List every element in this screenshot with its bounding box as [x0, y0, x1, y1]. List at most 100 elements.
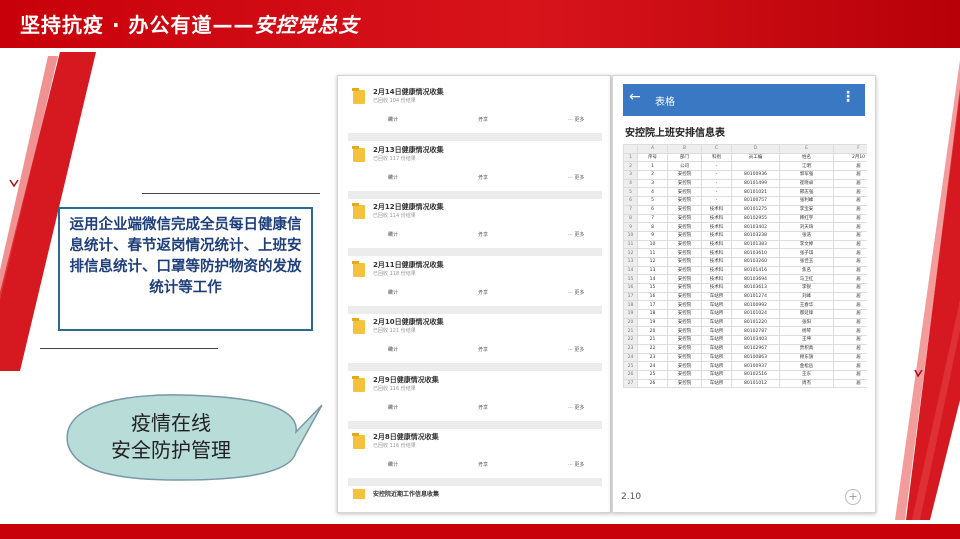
list-item[interactable]: 2月10日健康情况收集 已回收 121 份结果 ▤ 统计 ↗ 分享 ··· 更多 [348, 316, 602, 362]
table-cell[interactable]: 技术科 [701, 230, 732, 241]
table-cell[interactable]: 技术科 [701, 265, 732, 276]
plus-icon[interactable]: + [845, 489, 861, 505]
table-cell[interactable]: 张浩 [779, 230, 834, 241]
row-number[interactable]: 8 [623, 213, 638, 224]
list-item[interactable]: 2月11日健康情况收集 已回收 118 份结果 ▤ 统计 ↗ 分享 ··· 更多 [348, 259, 602, 305]
table-cell[interactable]: 居 [833, 161, 867, 172]
table-cell[interactable]: 郝延锋 [779, 309, 834, 319]
table-cell[interactable]: 居 [833, 309, 867, 319]
spreadsheet-grid[interactable]: A B C D E F 1 序号 部门 科别 员工编 姓名 2月10 2 1 公司 - 江明居 3 2 安控院 -8010… [623, 144, 867, 484]
table-cell[interactable]: 居 [833, 335, 867, 345]
table-cell[interactable]: 技术科 [701, 248, 732, 258]
table-cell[interactable]: 部门 [667, 152, 702, 163]
row-number[interactable]: 21 [623, 326, 638, 337]
row-number[interactable]: 5 [623, 187, 638, 198]
row-number[interactable] [623, 144, 638, 154]
table-cell[interactable]: 安控院 [667, 213, 702, 224]
table-cell[interactable]: 技术科 [701, 213, 732, 224]
table-cell[interactable]: 居 [833, 256, 867, 267]
list-item[interactable]: 2月8日健康情况收集 已回收 116 份结果 ▤ 统计 ↗ 分享 ··· 更多 [348, 431, 602, 477]
table-cell[interactable]: F [833, 144, 867, 154]
table-cell[interactable]: 安控院 [667, 361, 702, 371]
table-cell[interactable]: 17 [637, 300, 668, 311]
table-cell[interactable]: 居 [833, 291, 867, 302]
table-cell[interactable]: 居 [833, 265, 867, 276]
table-cell[interactable]: 80103402 [731, 222, 780, 232]
table-cell[interactable]: 车站所 [701, 369, 732, 380]
table-cell[interactable]: 车站所 [701, 326, 732, 337]
table-cell[interactable]: 居 [833, 274, 867, 284]
table-cell[interactable]: 8 [637, 222, 668, 232]
table-cell[interactable]: 安控院 [667, 222, 702, 232]
table-cell[interactable]: 刘峰 [779, 291, 834, 302]
table-cell[interactable]: 1 [637, 161, 668, 172]
table-cell[interactable]: E [779, 144, 834, 154]
table-cell[interactable]: 安控院 [667, 317, 702, 328]
row-number[interactable]: 23 [623, 343, 638, 354]
table-cell[interactable]: 技术科 [701, 204, 732, 215]
row-number[interactable]: 22 [623, 335, 638, 345]
table-cell[interactable]: 公司 [667, 161, 702, 172]
table-cell[interactable]: 张子琪 [779, 248, 834, 258]
arrow-left-icon[interactable]: ← [629, 89, 641, 105]
table-cell[interactable]: 杨琴 [779, 326, 834, 337]
table-cell[interactable]: 技术科 [701, 256, 732, 267]
table-cell[interactable]: 居 [833, 222, 867, 232]
table-cell[interactable]: A [637, 144, 668, 154]
table-cell[interactable]: 安控院 [667, 291, 702, 302]
table-cell[interactable]: 江明 [779, 161, 834, 172]
row-number[interactable]: 12 [623, 248, 638, 258]
table-cell[interactable]: 80100757 [731, 196, 780, 206]
table-cell[interactable]: 19 [637, 317, 668, 328]
row-number[interactable]: 25 [623, 361, 638, 371]
table-cell[interactable]: 姓名 [779, 152, 834, 163]
table-cell[interactable]: 员工编 [731, 152, 780, 163]
table-cell[interactable]: - [701, 178, 732, 189]
table-cell[interactable]: 14 [637, 274, 668, 284]
table-cell[interactable]: 80103238 [731, 230, 780, 241]
table-cell[interactable]: 13 [637, 265, 668, 276]
table-cell[interactable]: 安控院 [667, 300, 702, 311]
table-cell[interactable]: 80102516 [731, 369, 780, 380]
table-cell[interactable]: 车站所 [701, 309, 732, 319]
table-cell[interactable]: - [701, 187, 732, 198]
more-button[interactable]: ··· 更多 [568, 461, 584, 468]
table-cell[interactable]: - [701, 170, 732, 180]
table-cell[interactable]: B [667, 144, 702, 154]
table-cell[interactable]: 居 [833, 378, 867, 389]
table-cell[interactable]: 12 [637, 256, 668, 267]
table-cell[interactable]: 居 [833, 196, 867, 206]
table-cell[interactable]: 车站所 [701, 361, 732, 371]
table-cell[interactable]: 15 [637, 283, 668, 293]
table-cell[interactable]: 居 [833, 369, 867, 380]
table-cell[interactable]: 安控院 [667, 265, 702, 276]
table-cell[interactable]: 安控院 [667, 196, 702, 206]
more-button[interactable]: ··· 更多 [568, 231, 584, 238]
table-cell[interactable]: 26 [637, 378, 668, 389]
table-cell[interactable]: 王东 [779, 369, 834, 380]
table-cell[interactable]: 80103613 [731, 283, 780, 293]
row-number[interactable]: 2 [623, 161, 638, 172]
more-button[interactable]: ··· 更多 [568, 346, 584, 353]
table-cell[interactable]: 安控院 [667, 309, 702, 319]
row-number[interactable]: 15 [623, 274, 638, 284]
table-cell[interactable]: 李宝安 [779, 204, 834, 215]
table-cell[interactable]: 21 [637, 335, 668, 345]
table-cell[interactable]: 80100936 [731, 170, 780, 180]
table-cell[interactable]: 张利峰 [779, 196, 834, 206]
table-cell[interactable]: 25 [637, 369, 668, 380]
table-cell[interactable]: 车站所 [701, 291, 732, 302]
table-cell[interactable]: 安控院 [667, 204, 702, 215]
table-cell[interactable]: 居 [833, 230, 867, 241]
table-cell[interactable]: 安控院 [667, 352, 702, 363]
table-cell[interactable]: 刘天琦 [779, 222, 834, 232]
table-cell[interactable]: 安控院 [667, 256, 702, 267]
table-cell[interactable]: 安控院 [667, 178, 702, 189]
table-cell[interactable]: 韩红宇 [779, 213, 834, 224]
table-cell[interactable]: 贾积禹 [779, 343, 834, 354]
table-cell[interactable]: 崔晓卓 [779, 178, 834, 189]
table-cell[interactable]: 金松岳 [779, 361, 834, 371]
more-button[interactable]: ··· 更多 [568, 174, 584, 181]
table-cell[interactable]: 11 [637, 248, 668, 258]
row-number[interactable]: 26 [623, 369, 638, 380]
